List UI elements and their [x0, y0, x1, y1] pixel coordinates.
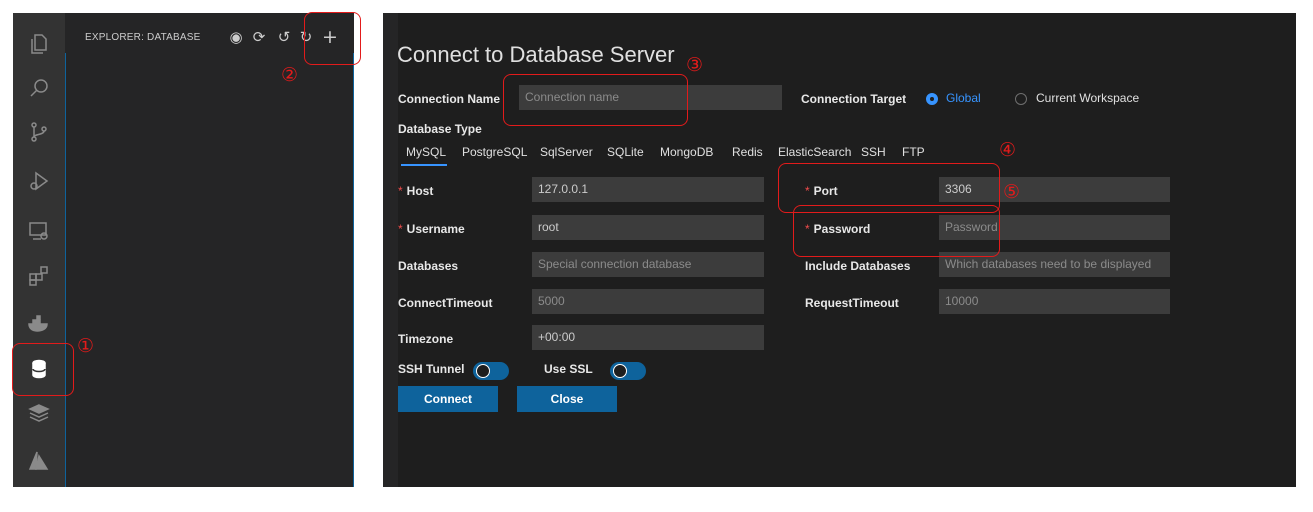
tab-mongodb[interactable]: MongoDB [660, 145, 713, 159]
connect-timeout-input[interactable]: 5000 [532, 289, 764, 314]
tab-ssh[interactable]: SSH [861, 145, 886, 159]
connection-target-label: Connection Target [801, 92, 907, 106]
docker-icon[interactable] [13, 303, 65, 343]
tab-sqlserver[interactable]: SqlServer [540, 145, 593, 159]
radio-current-workspace-label[interactable]: Current Workspace [1036, 91, 1139, 105]
database-tree-panel [65, 53, 354, 487]
database-type-label: Database Type [398, 122, 482, 136]
run-debug-icon[interactable] [13, 161, 65, 201]
timezone-label: Timezone [398, 332, 454, 346]
activity-bar [13, 13, 65, 487]
explorer-title: EXPLORER: DATABASE [85, 32, 201, 43]
history-icon[interactable]: ↺ [274, 27, 294, 47]
tab-redis[interactable]: Redis [732, 145, 763, 159]
active-tab-indicator [401, 164, 447, 166]
azure-icon[interactable] [13, 441, 65, 481]
annotation-box-connection-name [503, 74, 688, 126]
annotation-number-5: ⑤ [1003, 181, 1021, 203]
connect-button[interactable]: Connect [398, 386, 498, 412]
ssh-tunnel-toggle[interactable] [473, 362, 509, 380]
tab-elasticsearch[interactable]: ElasticSearch [778, 145, 851, 159]
tab-ftp[interactable]: FTP [902, 145, 925, 159]
annotation-number-2: ② [281, 64, 299, 86]
host-input[interactable]: 127.0.0.1 [532, 177, 764, 202]
annotation-box-database-icon [12, 343, 74, 396]
close-button[interactable]: Close [517, 386, 617, 412]
request-timeout-input[interactable]: 10000 [939, 289, 1170, 314]
databases-input[interactable]: Special connection database [532, 252, 764, 277]
refresh-icon[interactable]: ⟳ [249, 27, 269, 47]
remote-explorer-icon[interactable] [13, 211, 65, 251]
annotation-box-add-button [304, 12, 361, 65]
annotation-number-1: ① [77, 335, 95, 357]
sidebar: EXPLORER: DATABASE ◉ ⟳ ↺ ↻ + [65, 13, 354, 487]
panel-edge [383, 13, 398, 487]
tab-sqlite[interactable]: SQLite [607, 145, 644, 159]
timezone-input[interactable]: +00:00 [532, 325, 764, 350]
tab-mysql[interactable]: MySQL [406, 145, 446, 159]
layers-icon[interactable] [13, 393, 65, 433]
databases-label: Databases [398, 259, 459, 273]
username-label: * Username [398, 222, 465, 236]
radio-global[interactable] [926, 93, 938, 105]
use-ssl-toggle[interactable] [610, 362, 646, 380]
search-icon[interactable] [13, 68, 65, 108]
connection-name-label: Connection Name [398, 92, 501, 106]
explorer-icon[interactable] [13, 24, 65, 64]
use-ssl-label: Use SSL [544, 362, 593, 376]
annotation-box-password [793, 205, 1000, 257]
annotation-number-3: ③ [686, 54, 704, 76]
page-title: Connect to Database Server [397, 42, 675, 67]
annotation-number-4: ④ [999, 139, 1017, 161]
username-input[interactable]: root [532, 215, 764, 240]
host-label: * Host [398, 184, 434, 198]
source-control-icon[interactable] [13, 112, 65, 152]
connect-timeout-label: ConnectTimeout [398, 296, 493, 310]
github-icon[interactable]: ◉ [226, 27, 246, 47]
radio-global-label[interactable]: Global [946, 91, 981, 105]
request-timeout-label: RequestTimeout [805, 296, 899, 310]
include-databases-label: Include Databases [805, 259, 911, 273]
radio-current-workspace[interactable] [1015, 93, 1027, 105]
tab-postgresql[interactable]: PostgreSQL [462, 145, 527, 159]
extensions-icon[interactable] [13, 256, 65, 296]
ssh-tunnel-label: SSH Tunnel [398, 362, 465, 376]
